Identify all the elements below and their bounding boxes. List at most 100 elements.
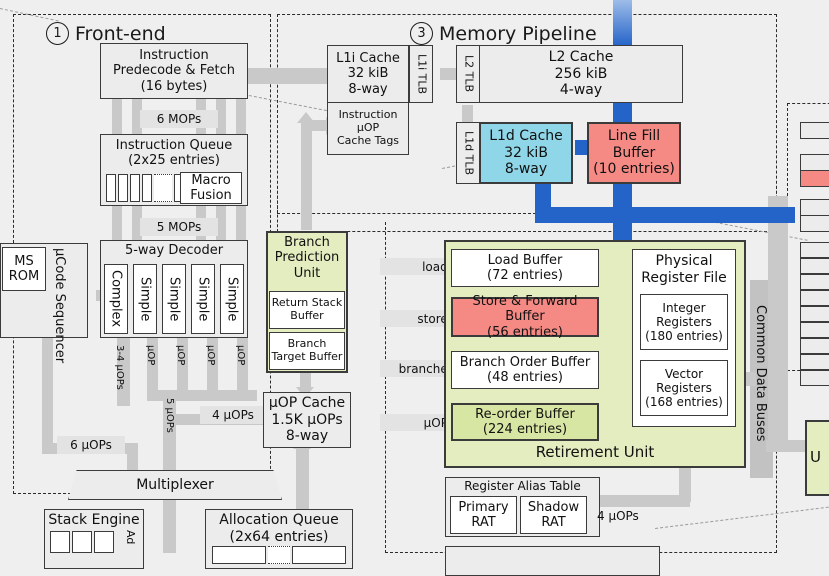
port-ivec-alu-1[interactable]: IVEC [800,290,829,306]
branch-order-line-2: (48 entries) [487,370,563,385]
fetch-line-1: Instruction [139,48,209,63]
port-agu-1[interactable]: AG [800,199,829,216]
multiplexer-label: Multiplexer [136,477,214,493]
region-number-icon: 3 [410,22,433,45]
label-decoder-out-1: µOP [145,345,156,366]
ms-rom-line-2: ROM [8,269,40,284]
region-title-front-end: 1 Front-end [46,22,166,45]
port-agu-0[interactable]: AG [800,154,829,171]
decoder-slot-simple-1[interactable]: Simple [133,264,157,334]
vec-reg-line-2: Registers [656,380,712,395]
label-6-mops: 6 MOPs [140,110,218,128]
wire-cdb-right-col [768,196,788,446]
stack-engine-adder-label: Ad [124,530,137,545]
port-int-alu-0[interactable]: INT [800,242,829,258]
bus-external-memory [613,0,632,46]
stack-slot [94,531,114,553]
label-5-uops: 5 µOPs [164,398,175,433]
port-load-1[interactable]: LOA [800,215,829,232]
region-title-memory-pipeline: 3 Memory Pipeline [410,22,597,45]
vector-registers[interactable]: Vector Registers (168 entries) [640,360,728,416]
lfb-line-3: (10 entries) [593,161,675,178]
line-fill-buffer[interactable]: Line Fill Buffer (10 entries) [587,122,681,184]
decoder-slot-simple-4[interactable]: Simple [220,264,244,334]
queue-slot [118,174,128,202]
store-buffer-line-1: Store & Forward Buffer [472,294,578,325]
lfb-line-1: Line Fill [607,128,661,145]
reorder-buffer[interactable]: Re-order Buffer (224 entries) [451,403,599,441]
macro-fusion-unit[interactable]: Macro Fusion [180,172,242,204]
queue-slot [142,174,152,202]
decoder-slot-label: Complex [108,270,124,328]
label-4-uops-rat: 4 µOPs [597,509,639,523]
port-vec[interactable]: VEC [800,338,829,354]
decoder-slot-label: Simple [137,276,153,322]
port-aes[interactable]: AE [800,322,829,338]
port-fp-fma[interactable]: FP F [800,306,829,322]
wire-ucode-6-uops-v2 [127,443,138,470]
int-reg-line-1: Integer [662,300,706,315]
iqueue-line-1: Instruction Queue [115,138,233,153]
l1i-uop-cache-tags[interactable]: Instruction µOP Cache Tags [327,103,409,155]
rsb-line-2: Buffer [290,309,324,322]
multiplexer[interactable]: Multiplexer [68,470,282,500]
port-int-alu-1[interactable]: INT [800,258,829,274]
return-stack-buffer[interactable]: Return Stack Buffer [269,291,345,329]
branch-order-buffer[interactable]: Branch Order Buffer (48 entries) [451,351,599,389]
primary-rat-line-2: RAT [471,515,496,530]
decoder-slot-simple-2[interactable]: Simple [162,264,186,334]
macro-fusion-line-2: Fusion [190,188,232,203]
unified-scheduler[interactable]: U [805,420,829,496]
l1d-cache[interactable]: L1d Cache 32 kiB 8-way [479,122,573,184]
instruction-queue-slots [106,174,184,202]
store-forward-buffer[interactable]: Store & Forward Buffer (56 entries) [451,294,599,340]
decoder-slot-complex[interactable]: Complex [104,264,128,334]
alloc-slot [292,546,346,564]
l2-cache[interactable]: L2 Cache 256 kiB 4-way [479,45,683,103]
port-branch[interactable]: Brar [800,370,829,386]
uop-cache-line-1: µOP Cache [268,395,346,412]
prf-title-2: Register File [641,269,727,286]
ms-rom-line-1: MS [14,253,34,269]
label-decoder-out-0: 3-4 µOPs [114,345,125,390]
uop-cache-line-3: 8-way [285,428,329,445]
stack-engine-label: Stack Engine [48,512,140,528]
label-decoder-out-3: µOP [205,345,216,366]
l1d-line-1: L1d Cache [489,128,563,145]
stack-slot [50,531,70,553]
shadow-rat[interactable]: Shadow RAT [520,496,587,534]
bus-horizontal-main [535,207,795,223]
alloc-queue-line-2: (2x64 entries) [229,528,329,545]
scheduler-queue-partial[interactable] [445,546,660,576]
decoder-title: 5-way Decoder [124,243,224,258]
wire-iqueue-to-decoder [112,205,122,240]
vec-reg-line-3: (168 entries) [645,395,723,410]
uop-cache[interactable]: µOP Cache 1.5K µOPs 8-way [263,392,351,448]
port-fp-div[interactable]: FP D [800,354,829,370]
l2-line-1: L2 Cache [548,49,614,66]
lfb-line-2: Buffer [612,144,656,161]
l2-tlb-label: L2 TLB [462,55,476,93]
l1i-tlb[interactable]: L1i TLB [409,45,433,103]
decoder-slot-simple-3[interactable]: Simple [191,264,215,334]
port-sto[interactable]: STO [800,122,829,139]
vec-reg-line-1: Vector [664,366,704,381]
load-buffer[interactable]: Load Buffer (72 entries) [451,249,599,287]
iqueue-line-2: (2x25 entries) [128,153,220,169]
instruction-fetch-unit[interactable]: Instruction Predecode & Fetch (16 bytes) [100,43,248,99]
port-ivec-alu-0[interactable]: IVEC [800,274,829,290]
common-data-buses-label: Common Data Buses [753,305,768,442]
port-load-0[interactable]: LOA [800,170,829,187]
l1d-tlb[interactable]: L1d TLB [456,122,480,184]
l1i-tags-line-3: Cache Tags [336,133,400,147]
l2-tlb[interactable]: L2 TLB [456,45,480,103]
branch-target-buffer[interactable]: Branch Target Buffer [269,332,345,370]
region-label: Memory Pipeline [439,22,597,45]
load-buffer-line-2: (72 entries) [487,268,563,283]
l1i-cache[interactable]: L1i Cache 32 kiB 8-way [327,45,409,103]
primary-rat[interactable]: Primary RAT [450,496,517,534]
integer-registers[interactable]: Integer Registers (180 entries) [640,294,728,350]
l1d-line-2: 32 kiB [504,144,548,161]
prf-title-1: Physical [655,253,713,269]
ms-rom[interactable]: MS ROM [2,247,46,291]
